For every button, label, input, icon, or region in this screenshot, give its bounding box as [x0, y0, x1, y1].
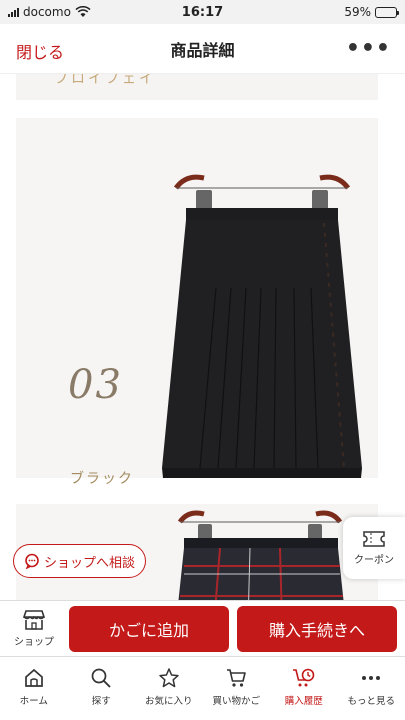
search-icon [91, 668, 111, 688]
status-right: 59% [247, 5, 399, 19]
shop-icon [22, 610, 46, 630]
shop-consult-label: ショップへ相談 [44, 555, 136, 571]
chat-icon [25, 553, 39, 569]
product-content[interactable]: フロイフェイ 03 ブラック ショップへ相談 クーポン [0, 74, 405, 600]
tab-home[interactable]: ホーム [0, 657, 68, 720]
shop-label: ショップ [14, 637, 54, 648]
carrier-name: docomo [23, 5, 71, 19]
previous-variant-text: フロイフェイ [54, 74, 156, 87]
variant-panel[interactable]: 03 ブラック [16, 118, 378, 487]
status-left: docomo [8, 5, 158, 19]
history-icon [292, 668, 315, 687]
tab-label-favorites: お気に入り [144, 696, 193, 707]
tab-search[interactable]: 探す [68, 657, 136, 720]
tab-label-home: ホーム [19, 696, 48, 707]
checkout-button[interactable]: 購入手続きへ [237, 605, 397, 652]
tab-label-cart: 買い物かご [212, 696, 260, 707]
plaid-skirt-image [177, 510, 344, 600]
variant-number: 03 [68, 362, 123, 408]
tab-label-more: もっと見る [347, 696, 395, 707]
more-options-button[interactable]: ••• [346, 36, 391, 61]
signal-icon [8, 7, 19, 17]
star-icon [159, 668, 179, 688]
previous-variant-strip: フロイフェイ [16, 74, 378, 100]
tab-history[interactable]: 購入履歴 [270, 657, 338, 720]
shop-button[interactable]: ショップ [0, 609, 68, 648]
tab-label-search: 探す [91, 696, 111, 707]
variant-color-name: ブラック [70, 471, 134, 487]
coupon-label: クーポン [354, 554, 394, 566]
close-button[interactable]: 閉じる [16, 39, 64, 63]
skirt-image [162, 174, 362, 478]
home-icon [24, 668, 43, 687]
tab-cart[interactable]: 買い物かご [203, 657, 271, 720]
tab-favorites[interactable]: お気に入り [135, 657, 203, 720]
status-time: 16:17 [181, 4, 224, 20]
more-icon [362, 676, 381, 680]
coupon-icon [363, 530, 385, 547]
tab-label-history: 購入履歴 [284, 696, 323, 707]
battery-icon [375, 6, 399, 18]
battery-percent: 59% [344, 5, 371, 19]
purchase-action-bar: ショップ かごに追加 購入手続きへ [0, 600, 405, 656]
cart-icon [227, 669, 247, 687]
coupon-button[interactable]: クーポン [343, 517, 405, 579]
add-to-cart-button[interactable]: かごに追加 [69, 605, 229, 652]
tab-more[interactable]: もっと見る [338, 657, 405, 720]
status-bar: docomo 16:17 59% [0, 0, 405, 24]
page-title: 商品詳細 [170, 40, 235, 60]
tab-bar: ホーム 探す お気に入り 買い物かご 購入履歴 もっと見る [0, 656, 405, 720]
page-header: 閉じる 商品詳細 ••• [0, 24, 405, 74]
shop-consult-button[interactable]: ショップへ相談 [13, 544, 147, 578]
wifi-icon [75, 6, 91, 17]
